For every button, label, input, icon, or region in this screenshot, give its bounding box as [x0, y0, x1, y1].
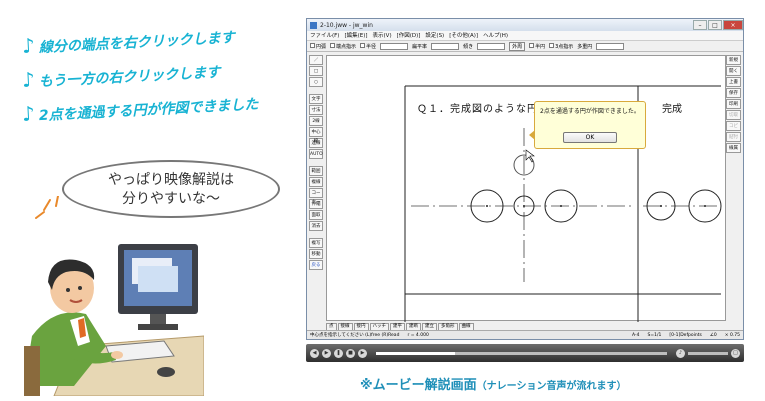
tool-range[interactable]: 範囲 — [309, 166, 323, 176]
tilt-combo[interactable] — [477, 42, 506, 50]
caption-main: ※ムービー解説画面 — [360, 378, 477, 393]
close-button[interactable]: × — [723, 20, 743, 30]
movie-caption: ※ムービー解説画面（ナレーション音声が流れます） — [360, 374, 626, 393]
tool-open[interactable]: 開く — [726, 66, 741, 76]
tool-new[interactable]: 新規 — [726, 55, 741, 65]
tool-undo[interactable]: 戻る — [309, 260, 323, 270]
caption-sub: （ナレーション音声が流れます） — [476, 381, 627, 392]
stop-icon[interactable]: ■ — [346, 348, 355, 358]
tool-move[interactable]: 移動 — [309, 249, 323, 259]
status-scale[interactable]: S=1/1 — [647, 333, 661, 338]
tool-rect[interactable]: □ — [309, 66, 323, 76]
ellipse-ratio-combo[interactable] — [431, 42, 460, 50]
tool-connect[interactable]: 連線 — [309, 138, 323, 148]
tool-center-line[interactable]: 中心線 — [309, 127, 323, 144]
menu-other[interactable]: [その他(A)] — [449, 31, 478, 40]
tool-line[interactable]: ／ — [309, 55, 323, 65]
volume-icon[interactable]: ♪ — [676, 348, 685, 358]
status-zoom[interactable]: × 0.75 — [725, 333, 740, 338]
status-radius: r = 4.000 — [407, 332, 429, 338]
forward-icon[interactable]: ▶ — [358, 348, 367, 358]
tool-chamfer[interactable]: 面取 — [309, 210, 323, 220]
play-icon[interactable]: ▶ — [322, 348, 331, 358]
status-bar: 中心点を指示してください (L)free (R)Read r = 4.000 A… — [307, 330, 743, 339]
ellipse-ratio-label: 扁平率 — [412, 43, 428, 50]
menu-file[interactable]: ファイル(F) — [310, 31, 339, 40]
right-toolbar: 新規 開く 上書 保存 印刷 切取 コピー 貼付 線属 — [726, 55, 741, 154]
tool-double-line[interactable]: 2線 — [309, 116, 323, 126]
multi-circle-label: 多重円 — [577, 43, 593, 50]
endpoint-checkbox[interactable]: 端点指示 — [330, 42, 356, 50]
tool-offset[interactable]: 複線 — [309, 177, 323, 187]
menu-bar: ファイル(F) [編集(E)] 表示(V) [作図(D)] 設定(S) [その他… — [307, 31, 743, 41]
tool-overwrite[interactable]: 上書 — [726, 77, 741, 87]
volume-slider[interactable] — [688, 351, 728, 355]
three-point-checkbox[interactable]: 3点指示 — [549, 42, 573, 50]
message-dialog: 2点を通過する円が作図できました。 OK — [534, 101, 646, 149]
seek-progress — [376, 351, 455, 355]
feature-item: ♪ もう一方の右クリックします — [21, 58, 220, 92]
seek-bar[interactable] — [376, 351, 667, 355]
tool-text[interactable]: 文字 — [309, 94, 323, 104]
window-title: 2-10.jww - jw_win — [320, 21, 373, 29]
feature-text: 線分の端点を右クリックします — [38, 29, 236, 57]
radius-combo[interactable] — [380, 42, 409, 50]
tool-circle[interactable]: ○ — [309, 77, 323, 87]
menu-edit[interactable]: [編集(E)] — [344, 31, 367, 40]
radius-checkbox[interactable]: 半径 — [360, 42, 376, 50]
tool-dimension[interactable]: 寸法 — [309, 105, 323, 115]
mouse-cursor-icon — [525, 149, 535, 163]
maximize-button[interactable]: □ — [708, 20, 722, 30]
tool-line-attr[interactable]: 線属 — [726, 143, 741, 153]
tool-cut[interactable]: 切取 — [726, 110, 741, 120]
app-icon — [310, 21, 317, 29]
music-note-icon: ♪ — [21, 67, 36, 92]
menu-settings[interactable]: 設定(S) — [425, 31, 444, 40]
fullscreen-icon[interactable]: □ — [731, 348, 740, 358]
rewind-icon[interactable]: ◀ — [310, 348, 319, 358]
half-circle-checkbox[interactable]: 半円 — [529, 42, 545, 50]
tool-save[interactable]: 保存 — [726, 88, 741, 98]
complete-label-1: 完成 — [662, 104, 682, 115]
status-message: 中心点を指示してください (L)free (R)Read — [310, 333, 400, 338]
outer-button[interactable]: 外周 — [509, 41, 526, 51]
menu-draw[interactable]: [作図(D)] — [397, 31, 421, 40]
status-angle[interactable]: ∠0 — [710, 333, 717, 338]
music-note-icon: ♪ — [21, 101, 36, 126]
man-at-computer-illustration — [24, 196, 204, 396]
tool-print[interactable]: 印刷 — [726, 99, 741, 109]
arc-checkbox[interactable]: 円弧 — [310, 42, 326, 50]
menu-view[interactable]: 表示(V) — [373, 31, 392, 40]
dialog-message: 2点を通過する円が作図できました。 — [540, 108, 640, 115]
control-bar: 円弧 端点指示 半径 扁平率 傾き 外周 半円 3点指示 多重円 — [307, 41, 743, 52]
feature-item: ♪ 2点を通過する円が作図できました — [21, 90, 258, 126]
tool-copy[interactable]: 複写 — [309, 238, 323, 248]
jww-window: 2-10.jww - jw_win – □ × ファイル(F) [編集(E)] … — [306, 18, 744, 340]
tool-copy-clip[interactable]: コピー — [726, 121, 741, 138]
feature-text: もう一方の右クリックします — [38, 64, 221, 91]
tool-paste[interactable]: 貼付 — [726, 132, 741, 142]
speech-line: やっぱり映像解説は — [108, 172, 234, 188]
left-toolbar: ／ □ ○ 文字 寸法 2線 中心線 連線 AUTO 範囲 複線 コーナー 伸縮… — [309, 55, 323, 271]
title-bar: 2-10.jww - jw_win – □ × — [307, 19, 743, 31]
tilt-label: 傾き — [463, 43, 474, 50]
tool-erase[interactable]: 消去 — [309, 221, 323, 231]
video-player-bar: ◀ ▶ ❚ ■ ▶ ♪ □ — [306, 344, 744, 362]
drawing-canvas[interactable]: Ｑ１．完成図のような円を作図しなさい。 完成 Ｑ２．完成図を参考に円を作図しなさ… — [326, 55, 738, 339]
tool-corner[interactable]: コーナー — [309, 188, 323, 205]
status-layer[interactable]: [0-1]Defpoints — [669, 333, 702, 338]
drawing-svg[interactable] — [327, 56, 727, 322]
multi-circle-combo[interactable] — [596, 42, 625, 50]
feature-text: 2点を通過する円が作図できました — [38, 96, 259, 125]
status-paper[interactable]: A-4 — [632, 333, 639, 338]
music-note-icon: ♪ — [21, 33, 36, 58]
pause-icon[interactable]: ❚ — [334, 348, 343, 358]
minimize-button[interactable]: – — [693, 20, 707, 30]
tool-auto[interactable]: AUTO — [309, 149, 323, 159]
feature-item: ♪ 線分の端点を右クリックします — [21, 23, 235, 58]
menu-help[interactable]: ヘルプ(H) — [483, 31, 508, 40]
ok-button[interactable]: OK — [563, 132, 617, 143]
